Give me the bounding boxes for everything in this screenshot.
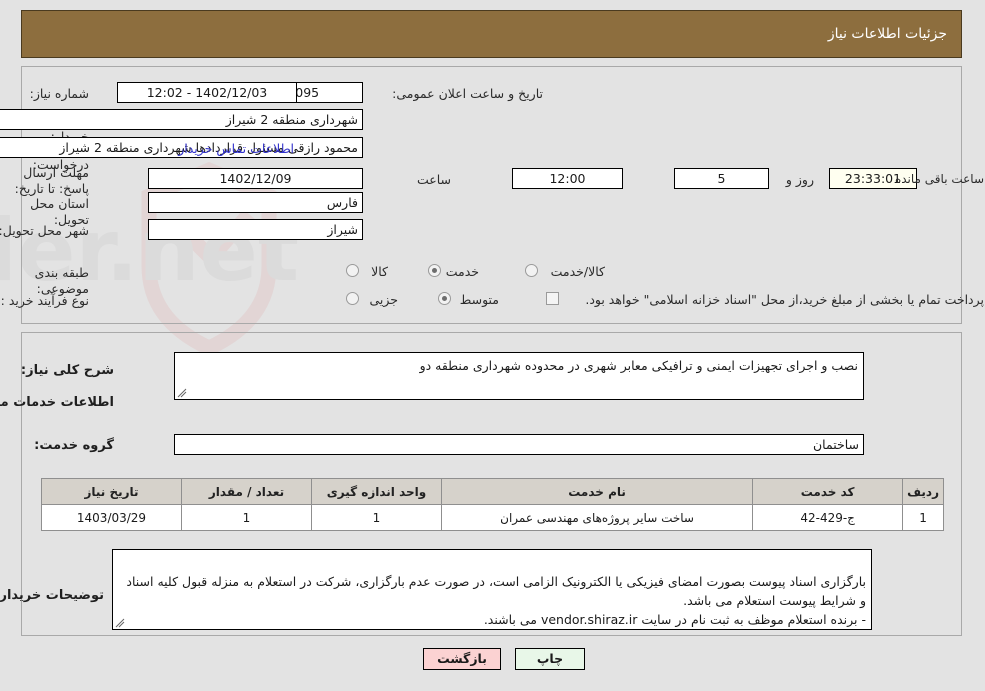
cell-name: ساخت سایر پروژه‌های مهندسی عمران [441,504,755,531]
buyer-notes-value: بارگزاری اسناد پیوست بصورت امضای فیزیکی … [127,574,867,627]
announce-datetime-field: 1402/12/03 - 12:02 [118,82,298,103]
treasury-bonds-label: پرداخت تمام یا بخشی از مبلغ خرید،از محل … [586,292,985,307]
deadline-label: مهلت ارسال پاسخ: تا تاریخ: [15,165,90,196]
col-need-date: تاریخ نیاز [42,478,183,505]
cell-radif: 1 [903,504,945,531]
announce-datetime-label: تاریخ و ساعت اعلان عمومی: [393,86,544,101]
deadline-hour-field: 12:00 [513,168,624,189]
cell-quantity: 1 [182,504,313,531]
province-field: فارس [149,192,364,213]
cell-need-date: 1403/03/29 [42,504,183,531]
radio-process-motavasset-label: متوسط [460,292,500,307]
radio-category-kala-khadamat-label: کالا/خدمت [551,264,606,279]
cell-code: ج-429-42 [753,504,905,531]
service-group-label: گروه خدمت: [35,438,115,453]
remaining-days-suffix: روز و [786,172,815,187]
col-name: نام خدمت [441,478,755,505]
cell-unit: 1 [312,504,443,531]
remaining-days-field: 5 [675,168,770,189]
buyer-notes-label: توضیحات خریدار: [0,588,105,603]
col-quantity: تعداد / مقدار [182,478,313,505]
col-radif: ردیف [903,478,945,505]
city-label: شهر محل تحویل: [0,223,90,238]
radio-category-kala-khadamat[interactable] [526,264,539,277]
radio-process-jozie[interactable] [347,292,360,305]
general-desc-textarea[interactable]: نصب و اجرای تجهیزات ایمنی و ترافیکی معاب… [175,352,865,400]
general-desc-value: نصب و اجرای تجهیزات ایمنی و ترافیکی معاب… [420,358,859,373]
buyer-notes-textarea[interactable]: بارگزاری اسناد پیوست بصورت امضای فیزیکی … [113,549,873,630]
deadline-hour-label: ساعت [417,172,452,187]
resize-grip-icon[interactable] [178,388,188,398]
radio-process-jozie-label: جزیی [370,292,399,307]
buyer-contact-link[interactable]: اطلاعات تماس خریدار [179,141,295,156]
resize-grip-icon-notes[interactable] [116,618,126,628]
services-section-title: اطلاعات خدمات مورد نیاز [0,395,115,410]
general-desc-label: شرح کلی نیاز: [21,363,115,378]
page-title: جزئیات اطلاعات نیاز [828,26,948,42]
print-button[interactable]: چاپ [516,648,586,670]
col-code: کد خدمت [753,478,905,505]
table-header-row: ردیف کد خدمت نام خدمت واحد اندازه گیری ت… [42,478,945,505]
buyer-org-field: شهرداری منطقه 2 شیراز [0,109,364,130]
col-unit: واحد اندازه گیری [312,478,443,505]
deadline-date-field: 1402/12/09 [149,168,364,189]
table-row: 1 ج-429-42 ساخت سایر پروژه‌های مهندسی عم… [42,504,945,531]
city-field: شیراز [149,219,364,240]
radio-category-khadamat[interactable] [429,264,442,277]
remaining-time-suffix: ساعت باقی مانده [895,172,985,186]
treasury-bonds-checkbox[interactable] [547,292,560,305]
radio-category-kala-label: کالا [372,264,389,279]
radio-category-khadamat-label: خدمت [446,264,480,279]
need-number-label: شماره نیاز: [30,86,90,101]
back-button[interactable]: بازگشت [424,648,502,670]
services-table: ردیف کد خدمت نام خدمت واحد اندازه گیری ت… [42,478,945,531]
service-group-field: ساختمان [175,434,865,455]
radio-category-kala[interactable] [347,264,360,277]
process-type-label: نوع فرآیند خرید : [1,293,90,308]
radio-process-motavasset[interactable] [439,292,452,305]
page-header: جزئیات اطلاعات نیاز [22,10,963,58]
